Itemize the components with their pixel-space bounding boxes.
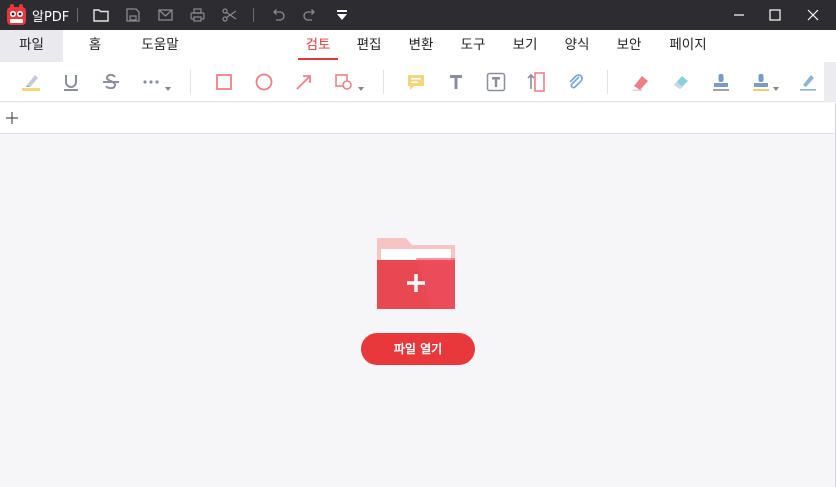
menu-help[interactable]: 도움말 (136, 30, 184, 62)
eraser-red-icon[interactable] (626, 68, 656, 96)
shape-more-icon[interactable] (329, 68, 359, 96)
mail-icon[interactable] (155, 5, 175, 25)
close-icon[interactable] (790, 0, 836, 30)
document-area (0, 134, 836, 487)
app-logo-icon (7, 4, 26, 25)
menu-review[interactable]: 검토 (298, 30, 338, 62)
undo-icon[interactable] (268, 5, 288, 25)
chevron-down-icon[interactable] (358, 87, 364, 91)
toolbar-separator (383, 70, 384, 94)
review-toolbar (0, 62, 836, 102)
menu-edit[interactable]: 편집 (350, 30, 388, 62)
callout-icon[interactable] (521, 68, 551, 96)
print-icon[interactable] (187, 5, 207, 25)
add-folder-icon[interactable] (376, 236, 456, 310)
document-tab-row (0, 103, 836, 134)
menu-convert[interactable]: 변환 (402, 30, 440, 62)
chevron-down-icon[interactable] (165, 87, 171, 91)
title-separator (253, 8, 254, 22)
redo-icon[interactable] (300, 5, 320, 25)
open-file-button[interactable]: 파일 열기 (361, 333, 475, 365)
signature-pen-icon[interactable] (793, 68, 823, 96)
active-menu-underline (298, 58, 338, 60)
highlighter-icon[interactable] (16, 68, 46, 96)
chevron-down-icon[interactable] (773, 87, 779, 91)
menu-security[interactable]: 보안 (610, 30, 648, 62)
menu-file[interactable]: 파일 (0, 30, 63, 62)
underline-icon[interactable] (56, 68, 86, 96)
menu-tools[interactable]: 도구 (454, 30, 492, 62)
eraser-blue-icon[interactable] (666, 68, 696, 96)
menu-home[interactable]: 홈 (80, 30, 110, 62)
toolbar-separator (190, 70, 191, 94)
plus-icon[interactable] (4, 110, 20, 126)
stamp-more-icon[interactable] (746, 68, 776, 96)
attachment-icon[interactable] (561, 68, 591, 96)
toolbar-scrollbar[interactable] (824, 62, 836, 102)
menu-form[interactable]: 양식 (558, 30, 596, 62)
toolbar-separator (607, 70, 608, 94)
arrow-icon[interactable] (289, 68, 319, 96)
folder-open-icon[interactable] (91, 5, 111, 25)
scissors-icon[interactable] (219, 5, 239, 25)
save-icon[interactable] (123, 5, 143, 25)
textbox-icon[interactable] (481, 68, 511, 96)
menu-view[interactable]: 보기 (506, 30, 544, 62)
title-separator (77, 8, 78, 22)
menu-bar: 파일 홈 도움말 검토 편집 변환 도구 보기 양식 보안 페이지 (0, 30, 836, 62)
app-title: 알PDF (32, 10, 70, 25)
rectangle-icon[interactable] (209, 68, 239, 96)
more-text-markup-icon[interactable] (136, 68, 166, 96)
stamp-icon[interactable] (706, 68, 736, 96)
customize-quick-access-icon[interactable] (332, 5, 352, 25)
ellipse-icon[interactable] (249, 68, 279, 96)
typewriter-text-icon[interactable] (441, 68, 471, 96)
strikethrough-icon[interactable] (96, 68, 126, 96)
sticky-note-icon[interactable] (401, 68, 431, 96)
title-bar: 알PDF (0, 0, 836, 30)
menu-review-label: 검토 (305, 37, 331, 53)
menu-page[interactable]: 페이지 (662, 30, 714, 62)
